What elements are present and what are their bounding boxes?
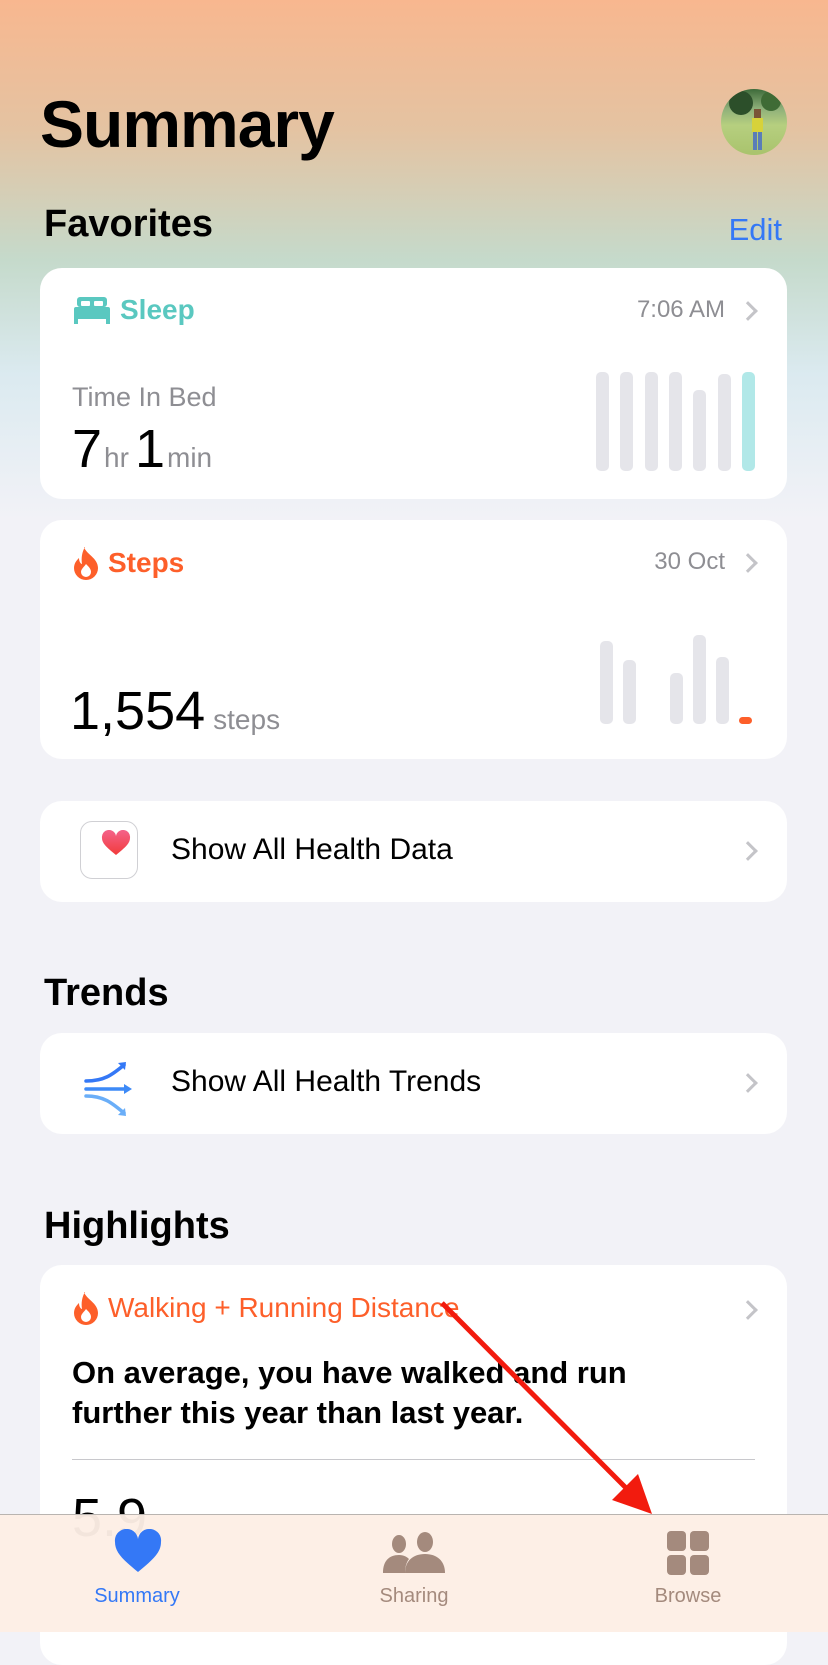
- grid-icon: [667, 1531, 709, 1575]
- sleep-title: Sleep: [120, 294, 195, 325]
- show-all-health-trends-label: Show All Health Trends: [171, 1065, 482, 1098]
- sleep-value: 7hr 1min: [72, 419, 213, 479]
- highlight-body: On average, you have walked and run furt…: [72, 1355, 627, 1430]
- sleep-chart: [596, 372, 756, 471]
- bed-icon: [74, 297, 110, 324]
- show-all-health-data-label: Show All Health Data: [171, 833, 453, 866]
- chart-bar: [644, 372, 658, 471]
- steps-title: Steps: [108, 547, 185, 578]
- chevron-right-icon: [738, 841, 758, 861]
- chart-bar: [623, 659, 637, 724]
- highlight-title: Walking + Running Distance: [108, 1292, 460, 1323]
- chart-bar: [620, 372, 634, 471]
- chart-bar: [668, 372, 682, 471]
- heart-icon: [114, 1529, 162, 1572]
- chart-bar: [596, 372, 609, 471]
- trends-heading: Trends: [44, 972, 169, 1014]
- tab-sharing[interactable]: Sharing: [314, 1515, 514, 1633]
- steps-card[interactable]: Steps 30 Oct 1,554 steps: [40, 520, 787, 759]
- tab-summary[interactable]: Summary: [37, 1515, 237, 1633]
- chevron-right-icon: [738, 301, 758, 321]
- edit-button[interactable]: Edit: [729, 212, 782, 248]
- chevron-right-icon: [738, 553, 758, 573]
- tab-bar: Summary Sharing Browse: [0, 1514, 828, 1632]
- sleep-metric-label: Time In Bed: [72, 382, 217, 412]
- show-all-health-data-row[interactable]: Show All Health Data: [40, 801, 787, 902]
- chart-bar: [741, 372, 755, 471]
- show-all-health-trends-row[interactable]: Show All Health Trends: [40, 1033, 787, 1134]
- highlights-heading: Highlights: [44, 1205, 230, 1247]
- chevron-right-icon: [738, 1073, 758, 1093]
- flame-icon: [74, 1292, 98, 1325]
- chart-bar: [717, 373, 731, 471]
- health-app-icon: [80, 821, 138, 879]
- people-icon: [383, 1532, 445, 1573]
- chart-bar: [716, 657, 729, 724]
- heart-icon: [101, 830, 131, 855]
- chart-bar: [692, 635, 706, 724]
- chart-bar: [693, 389, 707, 471]
- tab-browse[interactable]: Browse: [588, 1515, 788, 1633]
- sleep-card[interactable]: Sleep 7:06 AM Time In Bed 7hr 1min: [40, 268, 787, 499]
- avatar[interactable]: [721, 89, 787, 155]
- chart-bar: [600, 641, 613, 724]
- sleep-time: 7:06 AM: [636, 296, 725, 323]
- chevron-right-icon: [738, 1300, 758, 1320]
- trends-icon: [84, 1062, 132, 1116]
- divider: [72, 1459, 755, 1460]
- favorites-heading: Favorites: [44, 203, 213, 245]
- steps-value: 1,554 steps: [70, 681, 281, 741]
- flame-icon: [74, 547, 98, 580]
- chart-bar: [669, 673, 683, 724]
- chart-bar: [739, 716, 753, 724]
- steps-chart: [600, 635, 760, 724]
- page-title: Summary: [40, 87, 335, 161]
- steps-date: 30 Oct: [654, 548, 725, 575]
